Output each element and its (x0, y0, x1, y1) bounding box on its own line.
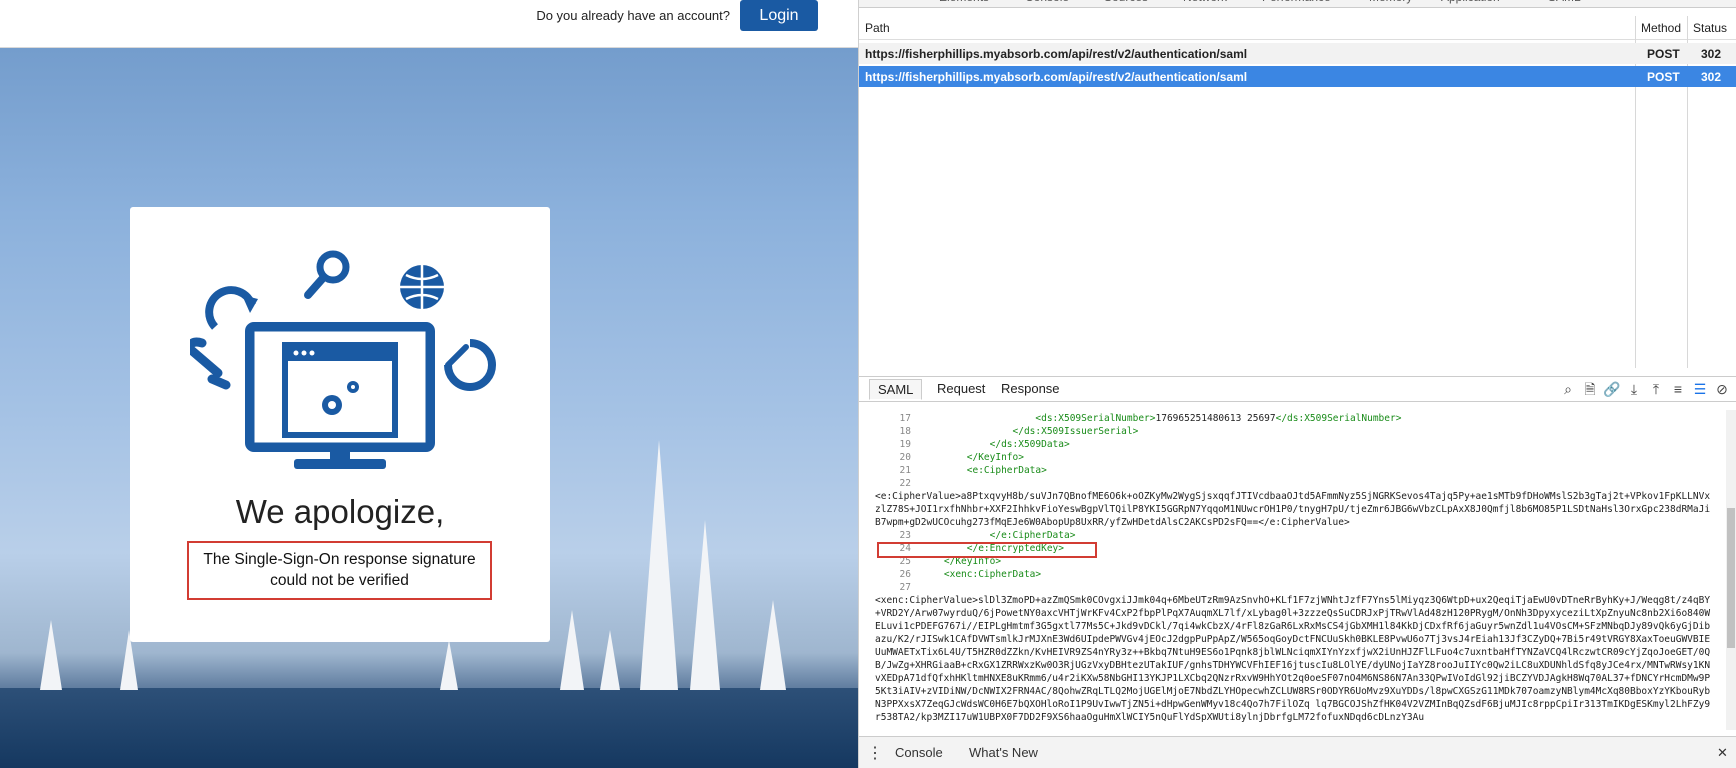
code-line: 23 </e:CipherData> (875, 529, 1715, 542)
request-row[interactable]: https://fisherphillips.myabsorb.com/api/… (859, 43, 1736, 64)
sailboat (560, 610, 584, 690)
line-number: 27 (899, 582, 911, 593)
request-path: https://fisherphillips.myabsorb.com/api/… (865, 47, 1248, 61)
column-method[interactable]: Method (1641, 21, 1681, 35)
wrap-icon[interactable]: ≡ (1669, 381, 1687, 397)
request-path: https://fisherphillips.myabsorb.com/api/… (865, 70, 1248, 84)
code-line: 21 <e:CipherData> (875, 464, 1715, 477)
tab-saml[interactable]: SAML (869, 379, 923, 400)
tab-console[interactable]: Console (895, 745, 943, 760)
devtools-tab-saml[interactable]: SAML (1548, 0, 1581, 4)
sailboat (690, 520, 720, 690)
devtools-tab-memory[interactable]: Memory (1369, 0, 1412, 4)
block-icon[interactable]: ⊘ (1713, 381, 1731, 397)
saml-toolbar: ⌕ 🗎 🔗 ⤓ ⤒ ≡ ☰ ⊘ (1559, 381, 1731, 397)
line-number: 18 (899, 426, 911, 437)
error-card: We apologize, The Single-Sign-On respons… (130, 207, 550, 642)
code-line: 19 </ds:X509Data> (875, 438, 1715, 451)
sso-illustration (190, 250, 496, 469)
saml-subtabs: SAML Request Response ⌕ 🗎 🔗 ⤓ ⤒ ≡ ☰ ⊘ (859, 376, 1736, 402)
gauge-icon (444, 339, 496, 391)
code-line: 18 </ds:X509IssuerSerial> (875, 425, 1715, 438)
request-status: 302 (1701, 70, 1722, 84)
devtools-tab-strip: Elements Console Sources Network Performance… (859, 0, 1736, 8)
kebab-icon[interactable]: ⋮ (867, 743, 883, 763)
column-status[interactable]: Status (1693, 21, 1727, 35)
devtools-panel: Elements Console Sources Network Performance… (858, 0, 1736, 768)
line-number: 23 (899, 530, 911, 541)
apology-heading: We apologize, (235, 493, 445, 530)
refresh-icon (205, 286, 256, 330)
devtools-tab-performance[interactable]: Performance (1262, 0, 1331, 4)
devtools-drawer: ⋮ Console What's New ✕ (859, 736, 1736, 768)
login-button[interactable]: Login (740, 0, 818, 31)
account-question: Do you already have an account? (536, 8, 730, 23)
wrench-icon (190, 337, 231, 390)
saml-xml-viewer[interactable]: 17 <ds:X509SerialNumber>176965251480613 … (875, 412, 1715, 730)
tab-whats-new[interactable]: What's New (969, 745, 1038, 760)
document-icon[interactable]: 🗎 (1581, 381, 1599, 397)
upload-icon[interactable]: ⤒ (1647, 381, 1665, 397)
scrollbar-thumb[interactable] (1727, 508, 1735, 648)
code-line: 27 (875, 581, 1715, 594)
line-number: 22 (899, 478, 911, 489)
cipher-value: <xenc:CipherValue>slDl3ZmoPD+azZmQSmk0CO… (875, 595, 1711, 723)
close-icon[interactable]: ✕ (1717, 745, 1728, 761)
code-line: 20 </KeyInfo> (875, 451, 1715, 464)
top-bar: Do you already have an account? Login (0, 0, 858, 48)
devtools-tab-network[interactable]: Network (1183, 0, 1227, 4)
cipher-value: <e:CipherValue>a8PtxqvyH8b/suVJn7QBnofME… (875, 491, 1711, 528)
request-method: POST (1647, 47, 1680, 61)
list-icon[interactable]: ☰ (1691, 381, 1709, 397)
devtools-tab-elements[interactable]: Elements (939, 0, 989, 4)
tab-response[interactable]: Response (1001, 381, 1060, 396)
sailboat (440, 640, 458, 690)
line-number: 19 (899, 439, 911, 450)
devtools-tab-sources[interactable]: Sources (1104, 0, 1148, 4)
code-line: 26 <xenc:CipherData> (875, 568, 1715, 581)
line-number: 26 (899, 569, 911, 580)
tab-request[interactable]: Request (937, 381, 985, 396)
sea-background (0, 688, 858, 768)
request-table-header: Path Method Status (859, 16, 1736, 40)
sailboat (760, 600, 786, 690)
download-icon[interactable]: ⤓ (1625, 381, 1643, 397)
column-path[interactable]: Path (865, 21, 890, 35)
devtools-tab-application[interactable]: Application (1441, 0, 1500, 4)
request-row-selected[interactable]: https://fisherphillips.myabsorb.com/api/… (859, 66, 1736, 87)
sailboat (640, 440, 678, 690)
link-icon[interactable]: 🔗 (1603, 381, 1621, 397)
search-icon[interactable]: ⌕ (1559, 381, 1577, 397)
request-status: 302 (1701, 47, 1722, 61)
line-number: 17 (899, 413, 911, 424)
login-page: Do you already have an account? Login We… (0, 0, 858, 768)
devtools-tab-console[interactable]: Console (1025, 0, 1069, 4)
sailboat (40, 620, 62, 690)
error-line-2: could not be verified (270, 571, 409, 589)
sso-error-message: The Single-Sign-On response signature co… (187, 541, 492, 600)
line-number: 20 (899, 452, 911, 463)
request-method: POST (1647, 70, 1680, 84)
error-line-1: The Single-Sign-On response signature (203, 550, 476, 568)
sailboat (600, 630, 620, 690)
encrypted-key-highlight (877, 542, 1097, 558)
code-line: 22 (875, 477, 1715, 490)
code-line: 17 <ds:X509SerialNumber>176965251480613 … (875, 412, 1715, 425)
line-number: 21 (899, 465, 911, 476)
